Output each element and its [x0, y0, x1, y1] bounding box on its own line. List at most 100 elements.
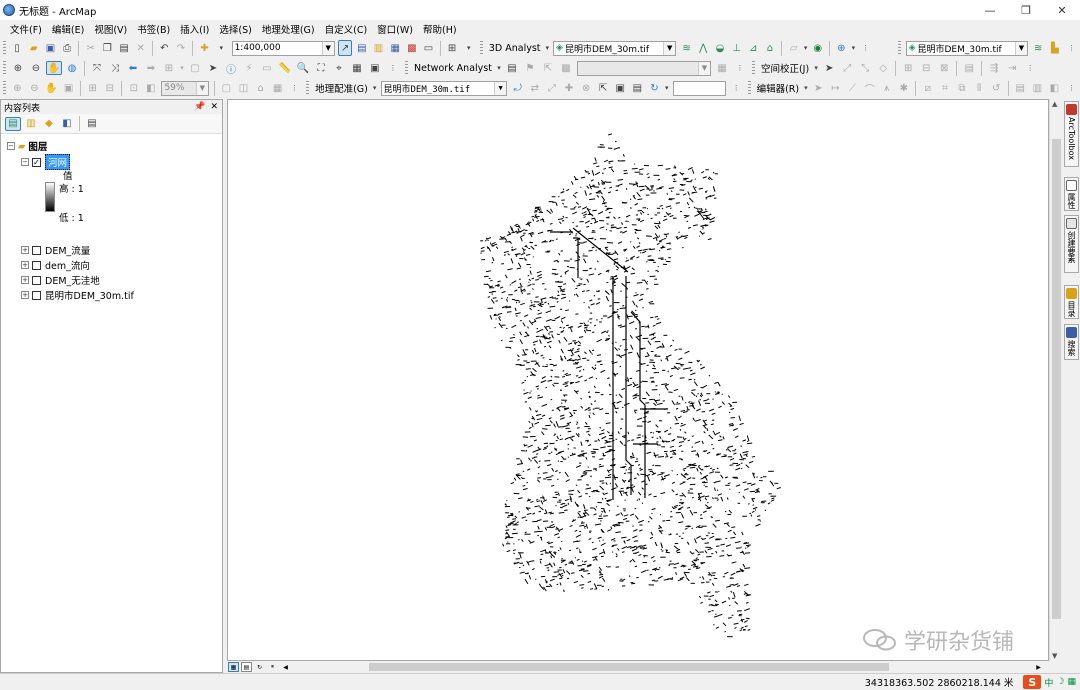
add-data-dropdown-icon[interactable]: ▾ [214, 40, 229, 56]
chevron-down-icon[interactable]: ▾ [851, 40, 857, 56]
layout-zoom-out-icon[interactable]: ⊖ [27, 80, 42, 96]
contour-icon[interactable]: ≋ [679, 40, 694, 56]
zoom-100-icon[interactable]: ⊡ [126, 80, 141, 96]
toc-options-icon[interactable]: ▤ [84, 116, 100, 132]
toolbar-grip[interactable] [897, 41, 901, 55]
menu-windows[interactable]: 窗口(W) [373, 22, 419, 36]
arcscene-icon[interactable]: ◉ [810, 40, 825, 56]
interpolate-polygon-icon[interactable]: ⌂ [763, 40, 778, 56]
tab-create-features[interactable]: 创建要素 [1064, 215, 1079, 273]
create-network-location-icon[interactable]: ⚑ [522, 60, 538, 76]
print-icon[interactable]: ⎙ [60, 40, 75, 56]
toolbar-options-icon[interactable]: ⋮ [1064, 80, 1079, 96]
edit-tool-icon[interactable]: ➤ [811, 80, 826, 96]
select-elements-pointer-icon[interactable]: ➤ [821, 60, 837, 76]
scroll-up-icon[interactable]: ▲ [1052, 100, 1057, 108]
toggle-draft-mode-icon[interactable]: ▢ [219, 80, 234, 96]
select-pointer-icon[interactable]: ➤ [205, 60, 221, 76]
select-link-icon[interactable]: ⇱ [596, 80, 611, 96]
tab-catalog[interactable]: 目录 [1064, 285, 1079, 319]
map-vertical-scrollbar[interactable]: ▲ ▼ [1049, 99, 1063, 661]
chevron-down-icon[interactable]: ▼ [494, 81, 507, 95]
end-point-arc-icon[interactable]: ⌒ [862, 80, 877, 96]
catalog-icon[interactable]: ▥ [371, 40, 386, 56]
modify-link-icon[interactable]: ⤡ [857, 60, 873, 76]
toolbar-grip[interactable] [306, 81, 310, 95]
layer-visibility-checkbox[interactable] [32, 275, 41, 285]
network-analyst-window-icon[interactable]: ▤ [504, 60, 520, 76]
chevron-down-icon[interactable]: ▾ [545, 40, 551, 56]
trace-icon[interactable]: ⩚ [879, 80, 894, 96]
fixed-zoom-in-icon[interactable]: ⤧ [89, 60, 105, 76]
layer-visibility-checkbox[interactable] [32, 290, 41, 300]
rotate-tool-icon[interactable]: ↺ [989, 80, 1004, 96]
split-tool-icon[interactable]: ⫴ [972, 80, 987, 96]
find-route-icon[interactable]: ⛶ [313, 60, 329, 76]
chevron-down-icon[interactable]: ▾ [803, 40, 809, 56]
full-extent-icon[interactable]: ◍ [64, 60, 80, 76]
chevron-down-icon[interactable]: ▾ [179, 60, 185, 76]
zoom-out-icon[interactable]: ⊖ [28, 60, 44, 76]
chevron-down-icon[interactable]: ▼ [195, 81, 208, 95]
modelbuilder-icon[interactable]: ⊞ [445, 40, 460, 56]
collapse-icon[interactable]: − [21, 158, 29, 166]
clear-links-icon[interactable]: ⊠ [936, 60, 952, 76]
straight-segment-icon[interactable]: ⟋ [845, 80, 860, 96]
zoom-to-link-icon[interactable]: ▣ [613, 80, 628, 96]
minimize-button[interactable]: — [972, 0, 1008, 20]
list-by-source-icon[interactable]: ▥ [23, 116, 39, 132]
layout-view-button[interactable]: ▤ [241, 662, 252, 672]
zoom-in-icon[interactable]: ⊕ [10, 60, 26, 76]
layer-dem-flow-direction[interactable]: + dem_流向 [21, 258, 90, 272]
layers-root[interactable]: − ▰ 图层 [7, 139, 47, 153]
chevron-down-icon[interactable]: ▾ [813, 60, 819, 76]
toolbar-options-icon[interactable]: ⋮ [1064, 40, 1079, 56]
python-window-icon[interactable]: ▭ [421, 40, 436, 56]
select-move-location-icon[interactable]: ⇱ [540, 60, 556, 76]
data-driven-pages-icon[interactable]: ▦ [270, 80, 285, 96]
save-icon[interactable]: ▣ [43, 40, 58, 56]
edit-annotation-icon[interactable]: ↦ [828, 80, 843, 96]
auto-registration-icon[interactable]: ⊗ [579, 80, 594, 96]
identify-icon[interactable]: ⓘ [223, 60, 239, 76]
view-link-table-icon[interactable]: ▤ [630, 80, 645, 96]
pan-icon[interactable]: ✋ [46, 61, 62, 75]
menu-bookmarks[interactable]: 书签(B) [133, 22, 176, 36]
menu-help[interactable]: 帮助(H) [419, 22, 463, 36]
toolbar-options-icon[interactable]: ⋮ [858, 40, 873, 56]
back-extent-icon[interactable]: ⬅ [125, 60, 141, 76]
viewer-icon[interactable]: ↻ [647, 80, 662, 96]
menu-insert[interactable]: 插入(I) [176, 22, 215, 36]
network-dataset-combo[interactable]: ▼ [576, 60, 711, 76]
line-of-sight-icon[interactable]: ◒ [713, 40, 728, 56]
edge-match-icon[interactable]: ⇥ [1004, 60, 1020, 76]
add-data-icon[interactable]: ✚ [197, 40, 212, 56]
toolbar-grip[interactable] [405, 61, 408, 75]
layer-kunming-dem[interactable]: + 昆明市DEM_30m.tif [21, 288, 134, 302]
network-analyst-menu[interactable]: Network Analyst [411, 63, 495, 74]
create-viewer-window-icon[interactable]: ▣ [367, 60, 383, 76]
expand-icon[interactable]: + [21, 261, 29, 269]
create-features-icon[interactable]: ◧ [1047, 80, 1062, 96]
georef-layer-combo[interactable]: 昆明市DEM_30m.tif ▼ [380, 80, 508, 96]
add-control-points-icon[interactable]: ✚ [561, 80, 576, 96]
profile-graph-icon[interactable]: ▱ [786, 40, 801, 56]
fixed-zoom-in-layout-icon[interactable]: ⊞ [85, 80, 100, 96]
new-document-icon[interactable]: ▯ [10, 40, 25, 56]
map-display[interactable] [227, 99, 1049, 661]
list-by-selection-icon[interactable]: ◧ [59, 116, 75, 132]
expand-icon[interactable]: + [21, 276, 29, 284]
reshape-feature-icon[interactable]: ⌗ [937, 80, 952, 96]
close-button[interactable]: ✕ [1044, 0, 1080, 20]
new-displacement-link-icon[interactable]: ⤢ [839, 60, 855, 76]
edit-vertices-icon[interactable]: ⧄ [920, 80, 935, 96]
expand-icon[interactable]: + [21, 291, 29, 299]
clear-selection-icon[interactable]: ▢ [187, 60, 203, 76]
go-back-extent-layout-icon[interactable]: ◧ [143, 80, 158, 96]
scroll-thumb[interactable] [1052, 139, 1061, 619]
toolbar-grip[interactable] [3, 81, 6, 95]
scroll-down-icon[interactable]: ▼ [1052, 652, 1057, 660]
menu-customize[interactable]: 自定义(C) [321, 22, 374, 36]
arctoolbox-icon[interactable]: ▩ [405, 40, 420, 56]
menu-selection[interactable]: 选择(S) [215, 22, 257, 36]
